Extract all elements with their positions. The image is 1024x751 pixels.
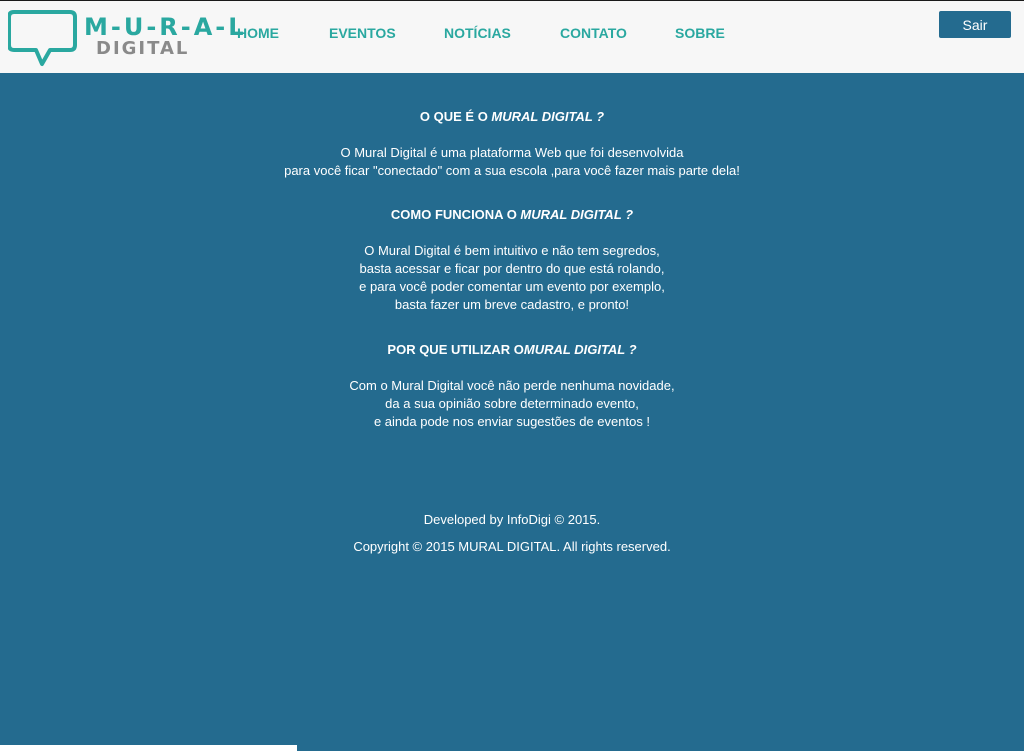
section-line: e para você poder comentar um evento por… [359,279,665,294]
nav-home[interactable]: HOME [237,25,279,41]
top-header: M-U-R-A-L DIGITAL HOME EVENTOS NOTÍCIAS … [0,0,1024,73]
section-line: Com o Mural Digital você não perde nenhu… [349,378,675,393]
nav-eventos[interactable]: EVENTOS [329,25,396,41]
nav-noticias[interactable]: NOTÍCIAS [444,25,511,41]
section-title-prefix: COMO FUNCIONA O [390,207,521,222]
section-line: O Mural Digital é bem intuitivo e não te… [364,243,660,258]
section-title: COMO FUNCIONA O MURAL DIGITAL ? [0,206,1024,224]
section-why-use: POR QUE UTILIZAR OMURAL DIGITAL ? Com o … [0,341,1024,431]
section-title: O QUE É O MURAL DIGITAL ? [0,108,1024,126]
section-what-is: O QUE É O MURAL DIGITAL ? O Mural Digita… [0,108,1024,180]
nav-contato[interactable]: CONTATO [560,25,627,41]
section-title-prefix: O QUE É O [419,109,492,124]
logout-button[interactable]: Sair [939,11,1011,38]
mural-digital-logo[interactable]: M-U-R-A-L DIGITAL [8,9,244,67]
section-how-it-works: COMO FUNCIONA O MURAL DIGITAL ? O Mural … [0,206,1024,314]
footer-copyright: Copyright © 2015 MURAL DIGITAL. All righ… [353,539,671,554]
speech-bubble-icon [8,10,77,66]
section-title: POR QUE UTILIZAR OMURAL DIGITAL ? [0,341,1024,359]
section-line: da a sua opinião sobre determinado event… [385,396,639,411]
logo-word-digital: DIGITAL [96,38,190,59]
section-line: basta acessar e ficar por dentro do que … [359,261,665,276]
section-line: O Mural Digital é uma plataforma Web que… [340,145,684,160]
footer-developed-by: Developed by InfoDigi © 2015. [423,512,601,527]
section-title-prefix: POR QUE UTILIZAR O [387,342,524,357]
logo-word-mural: M-U-R-A-L [84,13,247,41]
section-title-emphasis: MURAL DIGITAL ? [520,207,634,222]
section-title-emphasis: MURAL DIGITAL ? [491,109,605,124]
section-title-emphasis: MURAL DIGITAL ? [523,342,637,357]
horizontal-scrollbar[interactable] [0,745,297,751]
section-line: basta fazer um breve cadastro, e pronto! [394,297,630,312]
section-line: para você ficar "conectado" com a sua es… [284,163,740,178]
section-body: O Mural Digital é uma plataforma Web que… [0,144,1024,180]
section-body: Com o Mural Digital você não perde nenhu… [0,377,1024,431]
footer: Developed by InfoDigi © 2015. Copyright … [0,512,1024,554]
section-line: e ainda pode nos enviar sugestões de eve… [373,414,651,429]
section-body: O Mural Digital é bem intuitivo e não te… [0,242,1024,314]
nav-sobre[interactable]: SOBRE [675,25,725,41]
